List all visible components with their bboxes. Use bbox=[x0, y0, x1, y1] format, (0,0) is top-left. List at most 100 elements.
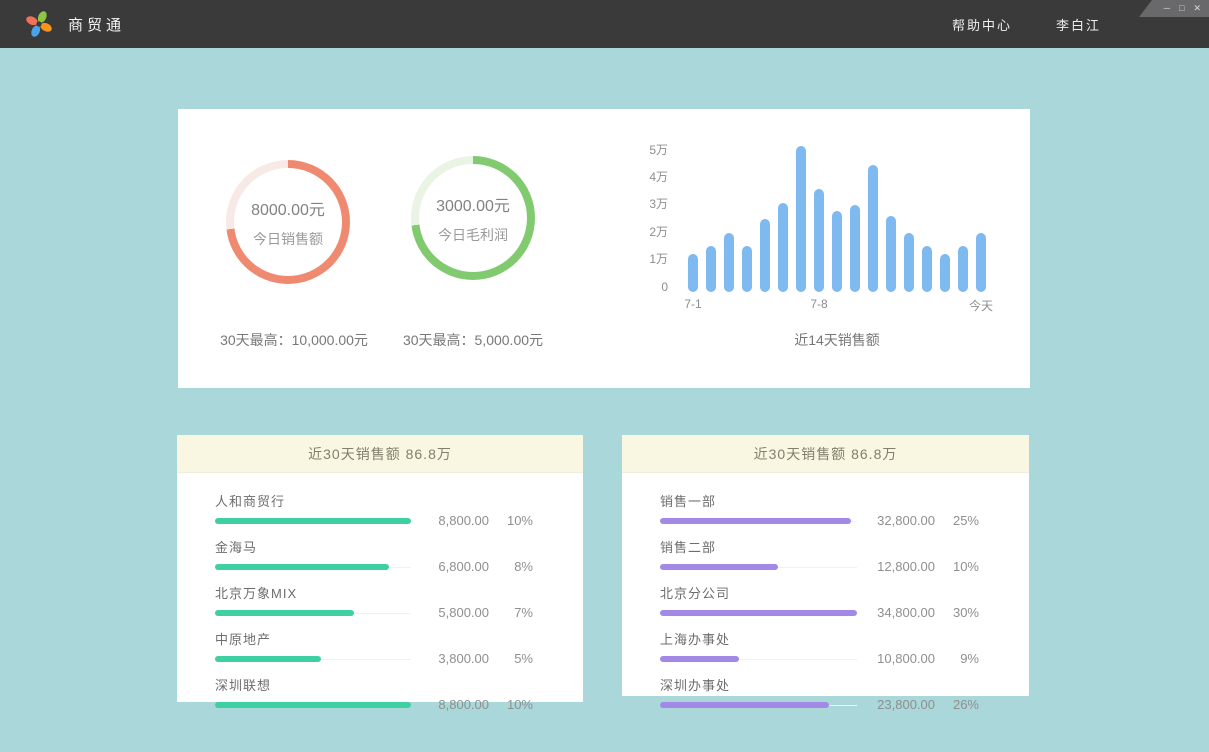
ranking-bar-track bbox=[660, 564, 857, 570]
ranking-row: 金海马6,800.008% bbox=[215, 537, 533, 570]
ranking-amount: 12,800.00 bbox=[857, 559, 935, 574]
ranking-row-name: 上海办事处 bbox=[660, 629, 857, 648]
ranking-bar-track bbox=[660, 656, 857, 662]
ranking-row: 北京分公司34,800.0030% bbox=[660, 583, 979, 616]
ranking-row: 深圳办事处23,800.0026% bbox=[660, 675, 979, 708]
ranking-bar-track bbox=[215, 564, 411, 570]
ranking-amount: 32,800.00 bbox=[857, 513, 935, 528]
ranking-amount: 8,800.00 bbox=[411, 513, 489, 528]
ranking-bar-track bbox=[660, 518, 857, 524]
chart-title: 近14天销售额 bbox=[688, 330, 986, 350]
maximize-icon[interactable]: □ bbox=[1179, 4, 1184, 13]
topbar: 商贸通 帮助中心 李白江 ─ □ ✕ bbox=[0, 0, 1209, 48]
chart-y-tick: 2万 bbox=[649, 223, 668, 240]
chart-x-axis: 7-17-8今天 bbox=[688, 297, 986, 313]
ranking-row-name: 深圳办事处 bbox=[660, 675, 857, 694]
today-profit-value: 3000.00元 bbox=[436, 192, 510, 216]
chart-bar bbox=[850, 205, 860, 292]
close-icon[interactable]: ✕ bbox=[1193, 4, 1201, 13]
ranking-percent: 9% bbox=[935, 651, 979, 666]
chart-y-tick: 4万 bbox=[649, 168, 668, 185]
chart-x-tick: 今天 bbox=[969, 297, 993, 314]
ranking-bar bbox=[215, 656, 321, 662]
ranking-bar bbox=[215, 610, 354, 616]
ranking-row: 北京万象MIX5,800.007% bbox=[215, 583, 533, 616]
ranking-row-name: 北京分公司 bbox=[660, 583, 857, 602]
chart-x-tick: 7-1 bbox=[684, 297, 701, 311]
ranking-bar-track bbox=[215, 518, 411, 524]
chart-bar bbox=[706, 246, 716, 292]
ranking-percent: 10% bbox=[935, 559, 979, 574]
chart-bar bbox=[778, 203, 788, 292]
ranking-percent: 7% bbox=[489, 605, 533, 620]
chart-bar bbox=[760, 219, 770, 292]
today-sales-value: 8000.00元 bbox=[251, 196, 325, 220]
ranking-percent: 26% bbox=[935, 697, 979, 712]
chart-bar bbox=[832, 211, 842, 292]
ranking-row: 上海办事处10,800.009% bbox=[660, 629, 979, 662]
ranking-amount: 3,800.00 bbox=[411, 651, 489, 666]
department-ranking-list: 销售一部32,800.0025% 销售二部12,800.0010% 北京分公司34,… bbox=[622, 473, 1029, 708]
minimize-icon[interactable]: ─ bbox=[1164, 4, 1170, 13]
customer-ranking-list: 人和商贸行8,800.0010%金海马6,800.008%北京万象MIX5,80… bbox=[177, 473, 583, 708]
ranking-bar-track bbox=[215, 610, 411, 616]
chart-bar bbox=[886, 216, 896, 292]
customer-sales-ranking-card: 近30天销售额 86.8万 人和商贸行8,800.0010%金海马6,800.0… bbox=[177, 435, 583, 702]
department-ranking-title: 近30天销售额 86.8万 bbox=[622, 435, 1029, 473]
ranking-row-name: 北京万象MIX bbox=[215, 583, 411, 602]
ranking-bar bbox=[660, 564, 778, 570]
today-profit-donut-center: 3000.00元 今日毛利润 bbox=[419, 164, 527, 272]
chart-y-axis: 01万2万3万4万5万 bbox=[618, 137, 668, 287]
summary-card: 8000.00元 今日销售额 3000.00元 今日毛利润 30天最高：10,0… bbox=[178, 109, 1030, 388]
department-sales-ranking-card: 近30天销售额 86.8万 销售一部32,800.0025% 销售二部12,800… bbox=[622, 435, 1029, 696]
ranking-percent: 30% bbox=[935, 605, 979, 620]
ranking-percent: 25% bbox=[935, 513, 979, 528]
today-sales-donut: 8000.00元 今日销售额 bbox=[226, 160, 350, 284]
ranking-row-name: 金海马 bbox=[215, 537, 411, 556]
ranking-bar bbox=[660, 610, 857, 616]
ranking-row: 中原地产3,800.005% bbox=[215, 629, 533, 662]
chart-bar bbox=[688, 254, 698, 292]
chart-y-tick: 0 bbox=[661, 280, 668, 294]
chart-y-tick: 5万 bbox=[649, 141, 668, 158]
chart-bar bbox=[904, 233, 914, 292]
window-controls: ─ □ ✕ bbox=[1139, 0, 1209, 17]
chart-bar bbox=[868, 165, 878, 292]
chart-bar bbox=[724, 233, 734, 292]
ranking-row: 销售二部12,800.0010% bbox=[660, 537, 979, 570]
ranking-amount: 10,800.00 bbox=[857, 651, 935, 666]
ranking-row-name: 深圳联想 bbox=[215, 675, 411, 694]
ranking-bar-track bbox=[660, 702, 857, 708]
chart-bar bbox=[976, 233, 986, 292]
ranking-percent: 5% bbox=[489, 651, 533, 666]
ranking-row-name: 中原地产 bbox=[215, 629, 411, 648]
ranking-row: 销售一部32,800.0025% bbox=[660, 491, 979, 524]
ranking-amount: 6,800.00 bbox=[411, 559, 489, 574]
ranking-bar bbox=[660, 656, 739, 662]
today-sales-donut-center: 8000.00元 今日销售额 bbox=[234, 168, 342, 276]
ranking-row-name: 销售一部 bbox=[660, 491, 857, 510]
chart-y-tick: 3万 bbox=[649, 195, 668, 212]
chart-bar bbox=[796, 146, 806, 292]
help-center-link[interactable]: 帮助中心 bbox=[952, 15, 1012, 34]
user-name-link[interactable]: 李白江 bbox=[1056, 15, 1101, 34]
chart-y-tick: 1万 bbox=[649, 250, 668, 267]
ranking-bar bbox=[215, 564, 389, 570]
ranking-percent: 10% bbox=[489, 697, 533, 712]
ranking-bar-track bbox=[660, 610, 857, 616]
app-window: 商贸通 帮助中心 李白江 ─ □ ✕ 8000.00元 今日销售额 3000.0… bbox=[0, 0, 1209, 752]
chart-bar bbox=[922, 246, 932, 292]
today-profit-label: 今日毛利润 bbox=[438, 225, 508, 245]
ranking-row: 深圳联想8,800.0010% bbox=[215, 675, 533, 708]
ranking-bar-track bbox=[215, 702, 411, 708]
ranking-amount: 23,800.00 bbox=[857, 697, 935, 712]
chart-bar bbox=[742, 246, 752, 292]
ranking-percent: 8% bbox=[489, 559, 533, 574]
profit-30d-max: 30天最高：5,000.00元 bbox=[353, 330, 593, 350]
ranking-row-name: 人和商贸行 bbox=[215, 491, 411, 510]
chart-plot-area bbox=[688, 132, 986, 292]
today-profit-donut: 3000.00元 今日毛利润 bbox=[411, 156, 535, 280]
chart-bar bbox=[958, 246, 968, 292]
sales-14d-bar-chart: 01万2万3万4万5万 7-17-8今天 近14天销售额 bbox=[618, 137, 988, 287]
ranking-amount: 34,800.00 bbox=[857, 605, 935, 620]
